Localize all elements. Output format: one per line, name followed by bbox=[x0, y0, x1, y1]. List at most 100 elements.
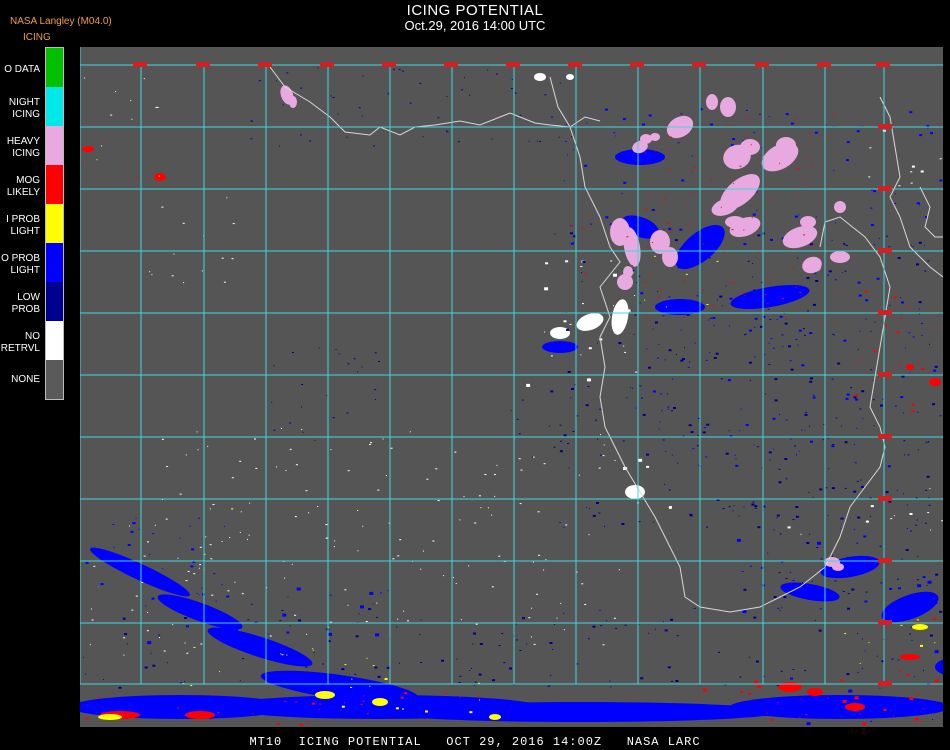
hi-prob-speck bbox=[312, 649, 314, 651]
grid-label-mark bbox=[133, 62, 147, 67]
low-prob-speck bbox=[184, 617, 188, 619]
no-retrieval-speck bbox=[156, 106, 159, 108]
low-prob-speck bbox=[738, 515, 740, 517]
lo-prob-speck bbox=[668, 227, 672, 230]
lo-prob-speck bbox=[901, 301, 904, 304]
lo-prob-speck bbox=[924, 245, 926, 247]
mog-speck bbox=[855, 394, 859, 397]
lo-prob-speck bbox=[734, 454, 736, 456]
low-prob-speck bbox=[706, 423, 710, 426]
no-retrieval-speck bbox=[226, 197, 228, 199]
lo-prob-speck bbox=[768, 342, 770, 344]
lo-prob-speck bbox=[795, 338, 798, 340]
low-prob-speck bbox=[622, 440, 625, 442]
low-prob-speck bbox=[126, 643, 128, 645]
no-retrieval-speck bbox=[330, 449, 332, 451]
mog-speck bbox=[791, 267, 794, 269]
mog-speck bbox=[284, 700, 287, 702]
low-prob-speck bbox=[326, 395, 328, 397]
mog-speck bbox=[911, 410, 915, 413]
low-prob-speck bbox=[806, 542, 810, 544]
icing-map[interactable] bbox=[80, 47, 943, 727]
lo-prob-speck bbox=[831, 239, 833, 241]
lo-prob-speck bbox=[329, 594, 332, 596]
low-prob-speck bbox=[751, 503, 755, 506]
low-prob-speck bbox=[689, 513, 693, 516]
low-prob-speck bbox=[778, 468, 781, 470]
low-prob-speck bbox=[532, 456, 533, 458]
mog-speck bbox=[363, 695, 365, 697]
no-retrieval-speck bbox=[165, 518, 168, 520]
lo-prob-speck bbox=[642, 123, 645, 126]
lo-prob-speck bbox=[149, 553, 151, 555]
no-retrieval-speck bbox=[289, 448, 292, 450]
no-retrieval-speck bbox=[544, 287, 549, 291]
mog-speck bbox=[921, 367, 924, 370]
legend-swatch bbox=[46, 48, 64, 87]
lo-prob-speck bbox=[814, 131, 818, 134]
coastline-path bbox=[819, 216, 891, 508]
low-prob-speck bbox=[515, 639, 518, 641]
low-prob-speck bbox=[831, 487, 835, 490]
lo-prob-speck bbox=[934, 650, 939, 654]
low-prob-speck bbox=[748, 656, 750, 658]
lo-prob-speck bbox=[854, 462, 857, 464]
low-prob-speck bbox=[302, 431, 304, 433]
mog-speck bbox=[631, 265, 633, 267]
footer-caption: MT10 ICING POTENTIAL OCT 29, 2016 14:00Z… bbox=[249, 735, 701, 749]
lo-prob-speck bbox=[615, 135, 617, 137]
lo-prob-speck bbox=[772, 347, 775, 349]
no-retrieval-speck bbox=[93, 565, 96, 567]
low-prob-speck bbox=[422, 136, 424, 138]
low-prob-speck bbox=[874, 244, 875, 246]
lo-prob-speck bbox=[870, 720, 873, 722]
mog-speck bbox=[909, 697, 914, 701]
lo-prob-speck bbox=[930, 132, 933, 135]
mog-speck bbox=[252, 712, 254, 714]
mog-speck bbox=[765, 279, 767, 281]
lo-prob-speck bbox=[677, 142, 680, 144]
mog-speck bbox=[918, 361, 919, 363]
hi-prob-patch bbox=[912, 624, 928, 630]
legend-item-night-icing: NIGHT ICING bbox=[0, 87, 66, 126]
lo-prob-speck bbox=[250, 603, 253, 605]
lo-prob-speck bbox=[910, 530, 912, 532]
grid-label-mark bbox=[878, 186, 892, 191]
low-prob-speck bbox=[853, 396, 857, 399]
low-prob-speck bbox=[559, 424, 562, 426]
mog-speck bbox=[459, 696, 461, 698]
lo-prob-speck bbox=[98, 585, 100, 587]
mog-speck bbox=[657, 296, 660, 298]
mog-speck bbox=[85, 717, 89, 720]
low-prob-speck bbox=[693, 607, 696, 609]
legend-label: MOG LIKELY bbox=[6, 175, 40, 198]
low-prob-speck bbox=[552, 649, 554, 650]
lo-prob-speck bbox=[725, 285, 727, 287]
lo-prob-speck bbox=[130, 530, 134, 533]
mog-speck bbox=[586, 214, 588, 216]
no-retrieval-speck bbox=[305, 490, 308, 492]
mog-speck bbox=[665, 202, 667, 204]
mog-speck bbox=[569, 232, 571, 234]
low-prob-speck bbox=[662, 621, 664, 623]
low-prob-speck bbox=[301, 406, 303, 408]
no-retrieval-speck bbox=[254, 438, 256, 440]
map-canvas[interactable] bbox=[80, 47, 943, 727]
mog-speck bbox=[800, 180, 802, 182]
no-retrieval-patch bbox=[611, 299, 629, 335]
no-retrieval-speck bbox=[211, 594, 214, 596]
low-prob-speck bbox=[576, 415, 579, 417]
mog-speck bbox=[898, 670, 901, 672]
low-prob-speck bbox=[733, 505, 735, 507]
lo-prob-speck bbox=[919, 204, 921, 206]
lo-prob-speck bbox=[152, 533, 155, 535]
low-prob-speck bbox=[816, 547, 819, 548]
hi-prob-speck bbox=[716, 260, 719, 262]
no-retrieval-speck bbox=[623, 345, 625, 347]
no-retrieval-speck bbox=[231, 258, 234, 260]
mog-speck bbox=[651, 242, 653, 243]
mog-speck bbox=[101, 141, 103, 143]
low-prob-speck bbox=[903, 493, 904, 495]
lo-prob-speck bbox=[758, 113, 761, 115]
no-retrieval-speck bbox=[143, 555, 146, 557]
